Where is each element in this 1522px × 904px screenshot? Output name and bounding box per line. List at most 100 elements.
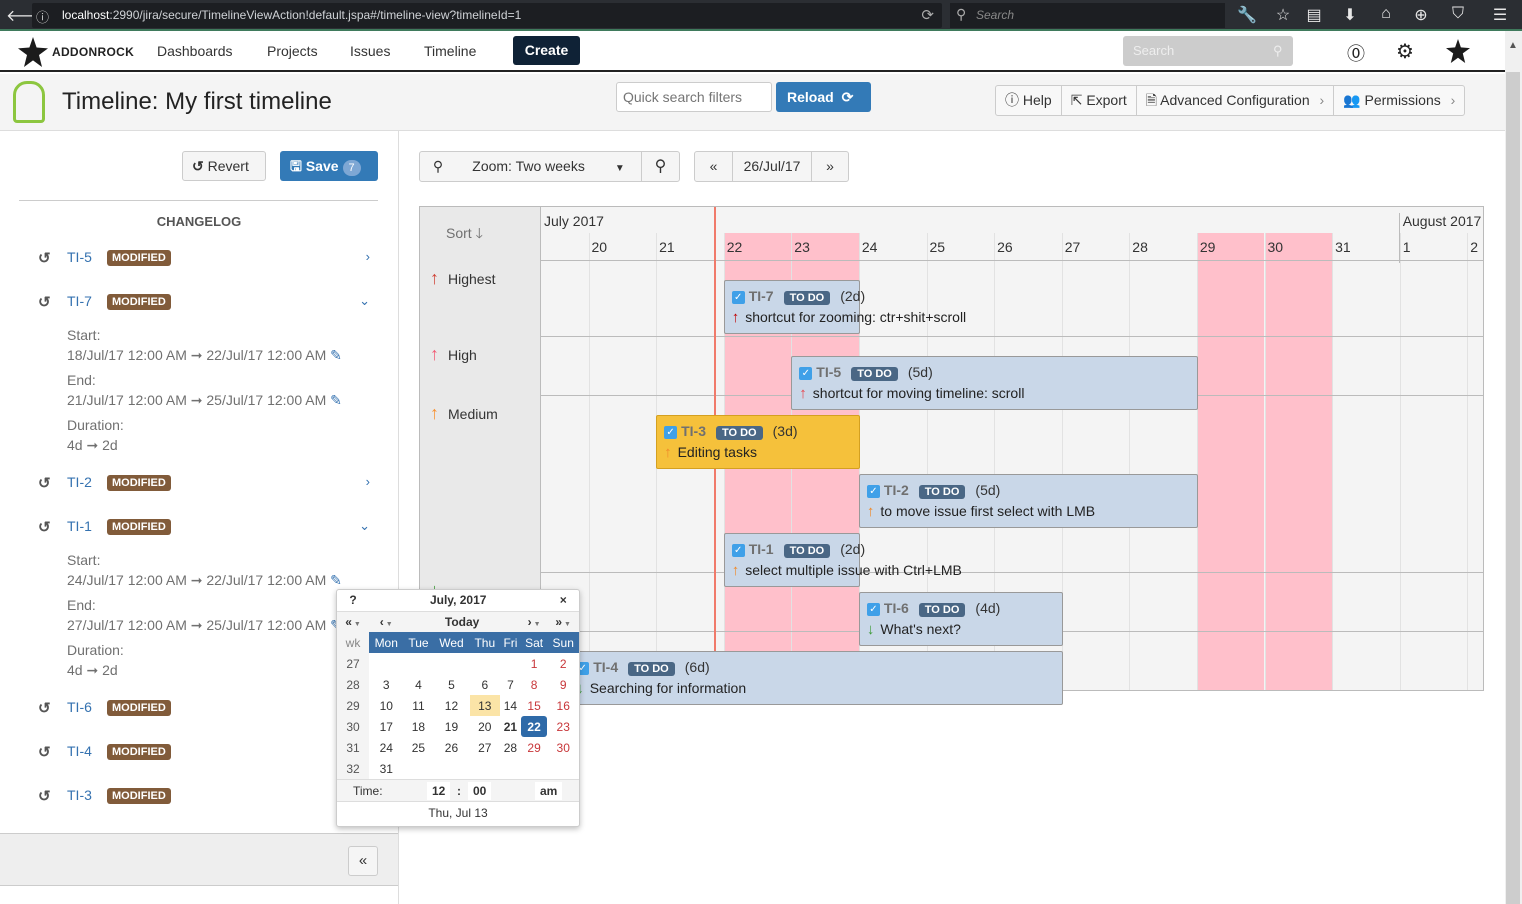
revert-icon[interactable]: ↺ (38, 249, 51, 267)
issue-key[interactable]: TI-6 (884, 600, 909, 616)
calendar-day[interactable]: 12 (433, 695, 469, 716)
nav-dashboards[interactable]: Dashboards (157, 43, 233, 59)
export-button[interactable]: ⇱ Export (1062, 86, 1137, 115)
issue-key[interactable]: TI-4 (593, 659, 618, 675)
issue-card[interactable]: ✓TI-4TO DO(6d)↓Searching for information (568, 651, 1063, 705)
today-button[interactable]: Today (403, 610, 521, 632)
chevron-down-icon[interactable]: ⌄ (359, 518, 370, 534)
globe-icon[interactable]: ⊕ (1410, 5, 1432, 25)
calendar-day[interactable]: 11 (403, 695, 433, 716)
calendar-day[interactable]: 5 (433, 674, 469, 695)
logo-text[interactable]: ADDONROCK (52, 45, 134, 59)
home-icon[interactable]: ⌂ (1375, 5, 1397, 23)
pocket-icon[interactable]: ⛉ (1447, 5, 1469, 23)
next-period-button[interactable]: » (811, 151, 849, 182)
revert-button[interactable]: ↺ Revert (182, 151, 266, 181)
calendar-day[interactable]: 3 (369, 674, 403, 695)
calendar-day[interactable]: 29 (521, 737, 548, 758)
issue-key[interactable]: TI-2 (884, 482, 909, 498)
issue-key[interactable]: TI-3 (681, 423, 706, 439)
menu-icon[interactable]: ☰ (1489, 5, 1511, 25)
calendar-day[interactable]: 23 (547, 716, 579, 737)
next-year-button[interactable]: » ▼ (547, 610, 579, 632)
calendar-day[interactable]: 25 (403, 737, 433, 758)
issue-key[interactable]: TI-7 (749, 288, 774, 304)
edit-start-icon[interactable]: ✎ (330, 347, 342, 363)
changelog-item[interactable]: ↺ TI-1 MODIFIED ⌄ (38, 518, 378, 538)
prev-year-button[interactable]: « ▼ (337, 610, 369, 632)
calendar-day[interactable]: 16 (547, 695, 579, 716)
calendar-day[interactable]: 24 (369, 737, 403, 758)
browser-search[interactable]: ⚲ Search (950, 3, 1225, 28)
issue-key-link[interactable]: TI-7 (67, 293, 92, 309)
revert-icon[interactable]: ↺ (38, 293, 51, 311)
revert-icon[interactable]: ↺ (38, 518, 51, 536)
revert-icon[interactable]: ↺ (38, 474, 51, 492)
revert-icon[interactable]: ↺ (38, 787, 51, 805)
calendar-day[interactable]: 17 (369, 716, 403, 737)
clipboard-icon[interactable]: ▤ (1303, 5, 1325, 25)
datepicker-help-button[interactable]: ? (337, 590, 369, 611)
zoom-select[interactable]: Zoom: Two weeks ▼ (456, 151, 642, 182)
back-icon[interactable]: 🡐 (6, 5, 49, 26)
calendar-day[interactable]: 30 (547, 737, 579, 758)
issue-card[interactable]: ✓ TI-1 TO DO (2d) ↑ select multiple issue wit… (723, 533, 962, 587)
calendar-day[interactable]: 28 (500, 737, 521, 758)
changelog-item[interactable]: ↺TI-4MODIFIED› (38, 743, 378, 763)
calendar-day[interactable]: 21 (500, 716, 521, 737)
help-icon[interactable]: ⓪ (1347, 40, 1365, 66)
changelog-item[interactable]: ↺TI-6MODIFIED› (38, 699, 378, 719)
previous-period-button[interactable]: « (694, 151, 733, 182)
user-avatar[interactable] (1446, 39, 1470, 63)
calendar-day[interactable]: 13 (469, 695, 501, 716)
calendar-day[interactable]: 8 (521, 674, 548, 695)
create-button[interactable]: Create (513, 36, 580, 65)
gear-icon[interactable]: ⚙ (1396, 39, 1414, 64)
calendar-day[interactable]: 18 (403, 716, 433, 737)
issue-card[interactable]: ✓ TI-6 TO DO (4d) ↓ What's next? (858, 592, 1063, 646)
zoom-out-button[interactable]: ⚲ (419, 151, 457, 182)
next-month-button[interactable]: › ▼ (520, 610, 548, 632)
calendar-day[interactable]: 27 (470, 737, 501, 758)
chevron-down-icon[interactable]: ⌄ (359, 293, 370, 309)
sort-button[interactable]: Sort 🡓 (446, 223, 483, 247)
changelog-item[interactable]: ↺ TI-5 MODIFIED › (38, 249, 378, 269)
revert-icon[interactable]: ↺ (38, 699, 51, 717)
issue-key-link[interactable]: TI-1 (67, 518, 92, 534)
calendar-day[interactable]: 26 (433, 737, 469, 758)
changelog-item[interactable]: ↺ TI-7 MODIFIED ⌄ (38, 293, 378, 313)
datepicker-close-button[interactable]: × (547, 590, 579, 611)
collapse-sidebar-button[interactable]: « (348, 846, 378, 876)
calendar-day[interactable]: 7 (500, 674, 521, 695)
hour-field[interactable]: 12 (427, 782, 451, 800)
current-date-button[interactable]: 26/Jul/17 (732, 151, 812, 182)
issue-key-link[interactable]: TI-3 (67, 787, 92, 803)
issue-key-link[interactable]: TI-5 (67, 249, 92, 265)
chevron-right-icon[interactable]: › (366, 474, 370, 489)
jira-search-input[interactable]: Search ⚲ (1123, 36, 1293, 66)
issue-key[interactable]: TI-5 (816, 364, 841, 380)
edit-start-icon[interactable]: ✎ (330, 572, 342, 588)
issue-card[interactable]: ✓ TI-7 TO DO (2d) ↑ shortcut for zooming: ctr… (723, 280, 966, 334)
changelog-item[interactable]: ↺ TI-2 MODIFIED › (38, 474, 378, 494)
issue-key-link[interactable]: TI-4 (67, 743, 92, 759)
issue-key-link[interactable]: TI-2 (67, 474, 92, 490)
quick-search-filters-input[interactable] (616, 82, 772, 112)
edit-end-icon[interactable]: ✎ (330, 392, 342, 408)
chevron-right-icon[interactable]: › (366, 249, 370, 264)
permissions-button[interactable]: 👥 Permissions › (1334, 86, 1464, 115)
nav-issues[interactable]: Issues (350, 43, 390, 59)
ampm-field[interactable]: am (535, 782, 563, 800)
calendar-day[interactable]: 22 (520, 716, 548, 737)
calendar-day[interactable]: 10 (369, 695, 403, 716)
scrollbar-thumb[interactable] (1506, 72, 1520, 904)
revert-icon[interactable]: ↺ (38, 743, 51, 761)
issue-key[interactable]: TI-1 (749, 541, 774, 557)
issue-card[interactable]: ✓ TI-2 TO DO (5d) ↑ to move issue first selec… (858, 474, 1198, 528)
calendar-day[interactable]: 1 (521, 653, 548, 674)
changelog-item[interactable]: ↺TI-3MODIFIED› (38, 787, 378, 807)
scroll-up-icon[interactable]: ▲ (1508, 40, 1518, 51)
help-button[interactable]: ⓘ Help (996, 86, 1062, 115)
issue-card[interactable]: ✓ TI-5 TO DO (5d) ↑ shortcut for moving timel… (791, 356, 1198, 410)
bookmark-star-icon[interactable]: ☆ (1272, 5, 1294, 25)
